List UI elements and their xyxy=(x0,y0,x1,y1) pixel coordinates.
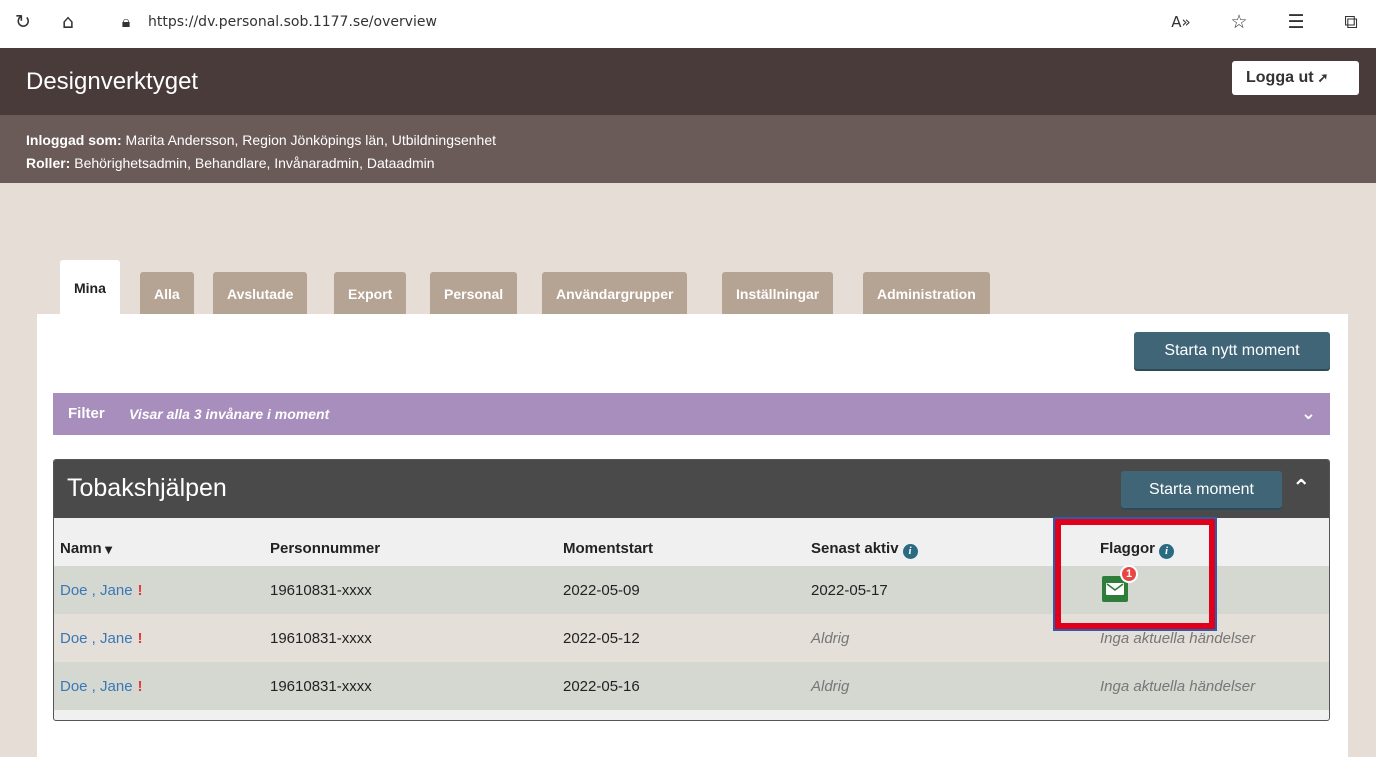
patient-link[interactable]: Doe , Jane xyxy=(60,678,133,695)
roles-line: Roller: Behörighetsadmin, Behandlare, In… xyxy=(26,155,435,171)
info-icon[interactable]: i xyxy=(902,544,918,559)
add-favorite-icon[interactable]: ☆ xyxy=(1228,11,1250,33)
favorites-icon[interactable]: ☰ xyxy=(1285,11,1307,33)
last-active-cell: Aldrig xyxy=(811,630,850,647)
column-senast-aktiv-label: Senast aktiv xyxy=(811,540,899,557)
column-momentstart: Momentstart xyxy=(563,540,654,557)
address-bar[interactable]: https://dv.personal.sob.1177.se/overview xyxy=(148,14,437,30)
section-title: Tobakshjälpen xyxy=(67,474,227,502)
tab-export[interactable]: Export xyxy=(334,272,407,316)
logged-in-line: Inloggad som: Marita Andersson, Region J… xyxy=(26,132,496,148)
start-moment-button[interactable]: Starta moment xyxy=(1121,471,1282,508)
start-cell: 2022-05-12 xyxy=(563,630,640,647)
filter-label: Filter xyxy=(68,405,105,422)
filter-summary: Visar alla 3 invånare i moment xyxy=(129,406,330,422)
chevron-up-icon[interactable]: ⌃ xyxy=(1292,476,1310,501)
last-active-cell: 2022-05-17 xyxy=(811,582,888,599)
alert-icon: ! xyxy=(137,582,143,599)
name-cell: Doe , Jane! xyxy=(60,678,143,695)
lock-icon[interactable]: 🔒︎ xyxy=(115,11,137,33)
app-header: Designverktyget Logga ut ➚ xyxy=(0,48,1376,115)
roles-label: Roller: xyxy=(26,155,71,171)
roles-value: Behörighetsadmin, Behandlare, Invånaradm… xyxy=(70,155,435,171)
tab-mina[interactable]: Mina xyxy=(60,260,120,316)
notification-badge: 1 xyxy=(1120,565,1138,583)
envelope-icon xyxy=(1106,583,1124,595)
logout-label: Logga ut xyxy=(1246,69,1314,86)
column-flaggor-label: Flaggor xyxy=(1100,540,1155,557)
home-icon[interactable]: ⌂ xyxy=(57,11,79,33)
content-panel: Starta nytt moment Filter Visar alla 3 i… xyxy=(37,314,1348,757)
flags-cell: Inga aktuella händelser xyxy=(1100,630,1256,647)
tab-alla[interactable]: Alla xyxy=(140,272,194,316)
app-title: Designverktyget xyxy=(26,68,199,95)
external-arrow-icon: ➚ xyxy=(1317,70,1329,85)
flags-cell: Inga aktuella händelser xyxy=(1100,678,1256,695)
tab-personal[interactable]: Personal xyxy=(430,272,518,316)
moment-section: Tobakshjälpen Starta moment ⌃ Namn ▼ Pers… xyxy=(53,459,1330,721)
pnr-cell: 19610831-xxxx xyxy=(270,678,372,695)
logged-in-label: Inloggad som: xyxy=(26,132,122,148)
logout-button[interactable]: Logga ut ➚ xyxy=(1232,61,1359,95)
pnr-cell: 19610831-xxxx xyxy=(270,582,372,599)
table-row: Doe , Jane! 19610831-xxxx 2022-05-16 Ald… xyxy=(54,662,1329,710)
start-new-moment-button[interactable]: Starta nytt moment xyxy=(1134,332,1330,369)
alert-icon: ! xyxy=(137,678,143,695)
chevron-down-icon[interactable]: ⌄ xyxy=(1301,403,1316,424)
filter-bar[interactable]: Filter Visar alla 3 invånare i moment ⌄ xyxy=(53,393,1330,435)
logged-in-value: Marita Andersson, Region Jönköpings län,… xyxy=(121,132,497,148)
name-cell: Doe , Jane! xyxy=(60,630,143,647)
user-info-bar: Inloggad som: Marita Andersson, Region J… xyxy=(0,115,1376,183)
section-header: Tobakshjälpen Starta moment ⌃ xyxy=(54,460,1329,518)
sort-down-icon: ▼ xyxy=(104,545,113,556)
column-senast-aktiv: Senast aktiv i xyxy=(811,540,918,559)
reload-icon[interactable]: ↻ xyxy=(12,11,34,33)
read-aloud-icon[interactable]: A» xyxy=(1170,11,1192,33)
patient-link[interactable]: Doe , Jane xyxy=(60,582,133,599)
column-flaggor: Flaggor i xyxy=(1100,540,1174,559)
patient-link[interactable]: Doe , Jane xyxy=(60,630,133,647)
table-row: Doe , Jane! 19610831-xxxx 2022-05-09 202… xyxy=(54,565,1329,614)
collections-icon[interactable]: ⧉ xyxy=(1340,11,1362,33)
column-namn-label: Namn xyxy=(60,540,102,557)
pnr-cell: 19610831-xxxx xyxy=(270,630,372,647)
tab-installningar[interactable]: Inställningar xyxy=(722,272,834,316)
tab-avslutade[interactable]: Avslutade xyxy=(213,272,308,316)
tab-administration[interactable]: Administration xyxy=(863,272,990,316)
column-personnummer: Personnummer xyxy=(270,540,381,557)
info-icon[interactable]: i xyxy=(1159,544,1174,559)
last-active-cell: Aldrig xyxy=(811,678,850,695)
name-cell: Doe , Jane! xyxy=(60,582,143,599)
browser-toolbar: ↻ ⌂ 🔒︎ https://dv.personal.sob.1177.se/o… xyxy=(0,0,1376,48)
table-header: Namn ▼ Personnummer Momentstart Senast ak… xyxy=(54,518,1329,566)
tab-anvandargrupper[interactable]: Användargrupper xyxy=(542,272,688,316)
start-cell: 2022-05-09 xyxy=(563,582,640,599)
column-namn[interactable]: Namn ▼ xyxy=(60,540,112,557)
start-cell: 2022-05-16 xyxy=(563,678,640,695)
alert-icon: ! xyxy=(137,630,143,647)
table-row: Doe , Jane! 19610831-xxxx 2022-05-12 Ald… xyxy=(54,614,1329,662)
